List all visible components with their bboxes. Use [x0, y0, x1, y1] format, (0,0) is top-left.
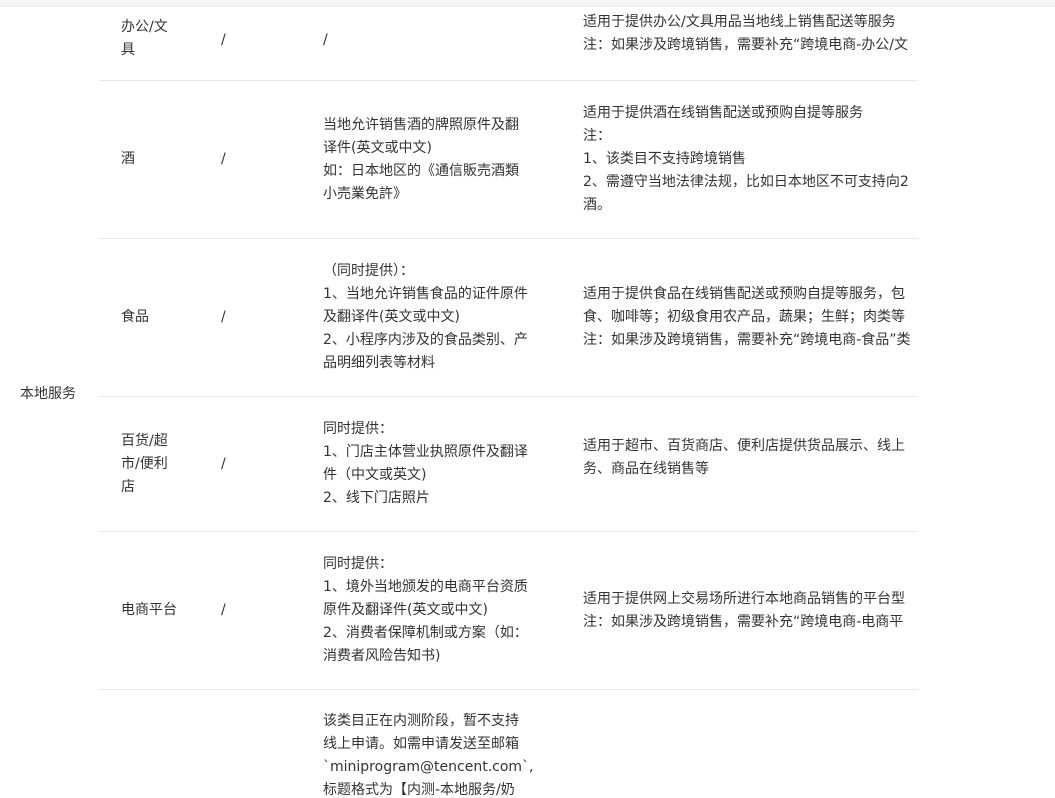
row-col-c: 适用于超市、百货商店、便利店提供货品展示、线上 务、商品在线销售等 [583, 438, 905, 477]
table-row: 酒 / 当地允许销售酒的牌照原件及翻 译件(英文或中文) 如：日本地区的《通信販… [99, 81, 918, 239]
row-col-a [221, 690, 261, 798]
row-col-c: 适用于提供酒在线销售配送或预购自提等服务 注： 1、该类目不支持跨境销售 2、需… [583, 105, 909, 213]
row-col-a: / [221, 31, 226, 48]
row-name [121, 690, 183, 798]
row-col-a: / [221, 455, 226, 472]
table-row: 食品 / （同时提供）： 1、当地允许销售食品的证件原件 及翻译件(英文或中文)… [99, 239, 918, 397]
row-col-c: 适用于提供办公/文具用品当地线上销售配送等服务 注：如果涉及跨境销售，需要补充“… [583, 14, 909, 53]
row-col-c: 适用于提供食品在线销售配送或预购自提等服务，包 食、咖啡等；初级食用农产品，蔬果… [583, 286, 911, 348]
row-col-b: 同时提供： 1、门店主体营业执照原件及翻译 件（中文或英文) 2、线下门店照片 [323, 421, 528, 506]
table-row: 办公/文 具 / / 适用于提供办公/文具用品当地线上销售配送等服务 注：如果涉… [99, 0, 918, 81]
table-row: 百货/超 市/便利 店 / 同时提供： 1、门店主体营业执照原件及翻译 件（中文… [99, 397, 918, 532]
row-col-b: （同时提供）： 1、当地允许销售食品的证件原件 及翻译件(英文或中文) 2、小程… [323, 263, 528, 371]
row-col-a: / [221, 151, 226, 167]
row-name: 电商平台 [121, 602, 177, 618]
row-name: 食品 [121, 309, 149, 325]
row-col-b: 当地允许销售酒的牌照原件及翻 译件(英文或中文) 如：日本地区的《通信販売酒類 … [323, 116, 519, 202]
qualification-table: 办公/文 具 / / 适用于提供办公/文具用品当地线上销售配送等服务 注：如果涉… [99, 0, 918, 798]
row-name: 百货/超 市/便利 店 [121, 432, 168, 495]
row-col-b: / [323, 31, 328, 48]
category-label: 本地服务 [20, 386, 76, 402]
row-col-b: 同时提供： 1、境外当地颁发的电商平台资质 原件及翻译件(英文或中文) 2、消费… [323, 556, 528, 664]
row-col-b: 该类目正在内测阶段，暂不支持 线上申请。如需申请发送至邮箱 `miniprogr… [323, 713, 534, 798]
row-col-c: 适用于提供网上交易场所进行本地商品销售的平台型 注：如果涉及跨境销售，需要补充“… [583, 590, 905, 630]
row-col-a: / [221, 309, 226, 325]
row-col-a: / [221, 602, 226, 618]
row-name: 办公/文 具 [121, 19, 168, 58]
row-col-c [583, 690, 918, 798]
table-row: 电商平台 / 同时提供： 1、境外当地颁发的电商平台资质 原件及翻译件(英文或中… [99, 532, 918, 690]
document-page: 本地服务 办公/文 具 / / 适用于提供办公/文具用品当地线上销售配送等服务 … [0, 0, 1055, 798]
table-row: 该类目正在内测阶段，暂不支持 线上申请。如需申请发送至邮箱 `miniprogr… [99, 690, 918, 798]
row-name: 酒 [121, 151, 135, 167]
